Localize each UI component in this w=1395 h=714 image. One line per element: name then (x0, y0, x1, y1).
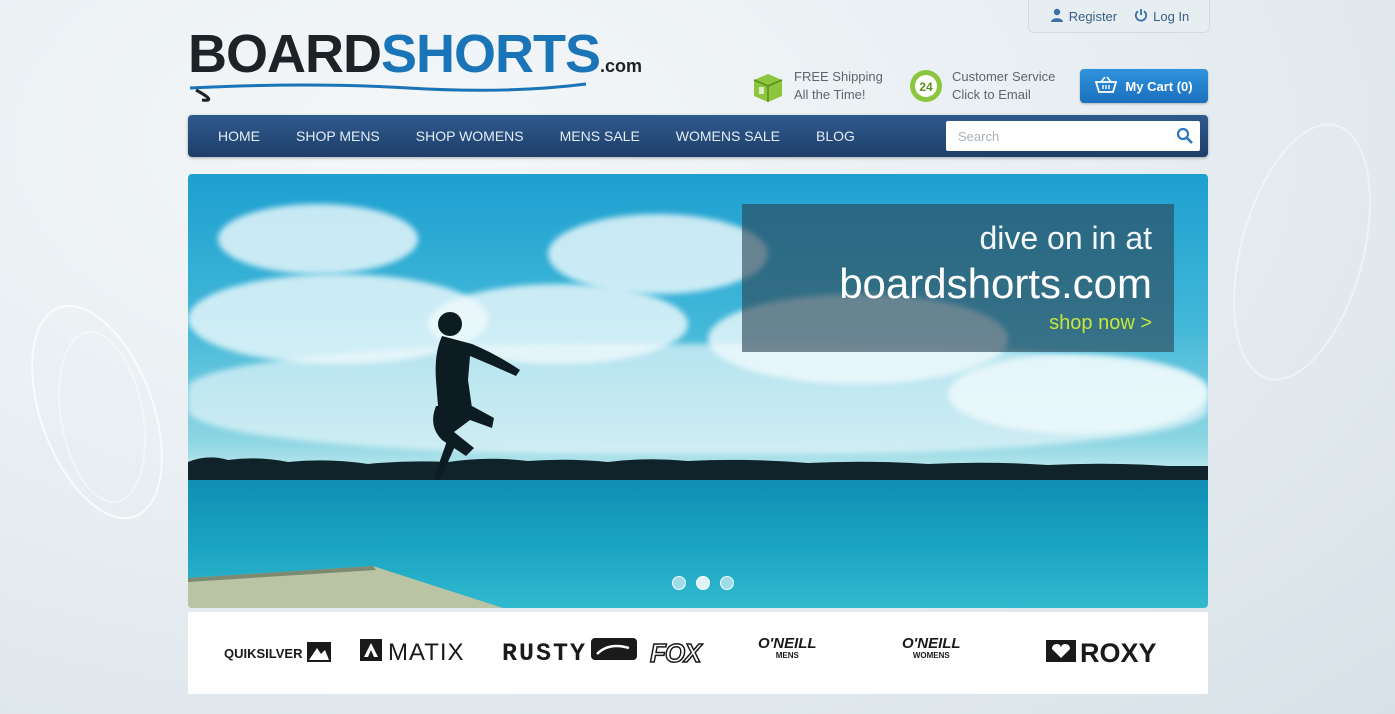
register-link[interactable]: Register (1049, 7, 1117, 26)
shipping-line1: FREE Shipping (794, 69, 883, 84)
background-splash (1207, 108, 1395, 396)
login-label: Log In (1153, 8, 1190, 24)
matix-triangle-icon (360, 638, 382, 668)
free-shipping-promo[interactable]: FREE Shipping All the Time! (750, 68, 883, 104)
jumper-silhouette (433, 312, 520, 480)
hero-caption: dive on in at boardshorts.com shop now > (742, 204, 1174, 352)
register-label: Register (1068, 8, 1118, 24)
login-link[interactable]: Log In (1133, 7, 1189, 26)
nav-item-home[interactable]: HOME (200, 115, 278, 157)
support-badge-text: 24 (919, 80, 933, 94)
nav-item-mens-sale[interactable]: MENS SALE (542, 115, 658, 157)
search-icon[interactable] (1170, 121, 1200, 151)
service-line2: Click to Email (952, 87, 1031, 102)
carousel-dots (672, 576, 734, 590)
roxy-heart-icon (1046, 638, 1076, 669)
carousel-dot-2[interactable] (696, 576, 710, 590)
nav-items: HOME SHOP MENS SHOP WOMENS MENS SALE WOM… (200, 115, 873, 157)
cart-label: My Cart (0) (1125, 78, 1193, 94)
nav-item-shop-mens[interactable]: SHOP MENS (278, 115, 398, 157)
cloud (948, 354, 1208, 434)
treeline (188, 457, 1208, 482)
nav-item-blog[interactable]: BLOG (798, 115, 873, 157)
carousel-dot-1[interactable] (672, 576, 686, 590)
brand-oneill-mens[interactable]: O'NEILL MENS (758, 636, 817, 668)
basket-icon (1095, 76, 1118, 97)
hero-banner[interactable]: dive on in at boardshorts.com shop now > (188, 174, 1208, 608)
brand-matix[interactable]: MATIX (360, 638, 465, 668)
dock (188, 566, 503, 608)
search-input[interactable] (956, 122, 1170, 150)
brand-oneill-womens[interactable]: O'NEILL WOMENS (902, 636, 961, 668)
site-logo[interactable]: BOARDSHORTS.com (188, 26, 642, 102)
hero-line1: dive on in at (979, 220, 1152, 256)
power-icon (1133, 7, 1149, 26)
cloud (218, 204, 418, 274)
nav-item-womens-sale[interactable]: WOMENS SALE (658, 115, 798, 157)
service-line1: Customer Service (952, 69, 1056, 84)
support-24-icon: 24 (908, 68, 944, 104)
box-icon (750, 68, 786, 104)
brand-fox[interactable]: FOX (649, 637, 702, 669)
nav-item-shop-womens[interactable]: SHOP WOMENS (398, 115, 542, 157)
brand-rusty[interactable]: RUSTY (502, 638, 638, 668)
carousel-dot-3[interactable] (720, 576, 734, 590)
logo-swoosh (189, 82, 587, 102)
brand-quiksilver[interactable]: QUIKSILVER (224, 638, 331, 668)
customer-service-promo[interactable]: 24 Customer Service Click to Email (908, 68, 1055, 104)
account-bar: Register Log In (1028, 0, 1210, 33)
hero-line2: boardshorts.com (839, 260, 1152, 307)
shipping-line2: All the Time! (794, 87, 866, 102)
quiksilver-mountain-icon (306, 641, 331, 665)
user-icon (1049, 7, 1065, 26)
cloud (548, 214, 768, 294)
my-cart-button[interactable]: My Cart (0) (1080, 69, 1208, 103)
rusty-wave-icon (591, 638, 638, 668)
search-box (946, 121, 1200, 151)
brand-strip: QUIKSILVER MATIX RUSTY FOX O'NEILL MENS … (188, 612, 1208, 694)
brand-roxy[interactable]: ROXY (1046, 638, 1157, 668)
shop-now-link[interactable]: shop now > (1049, 312, 1152, 335)
